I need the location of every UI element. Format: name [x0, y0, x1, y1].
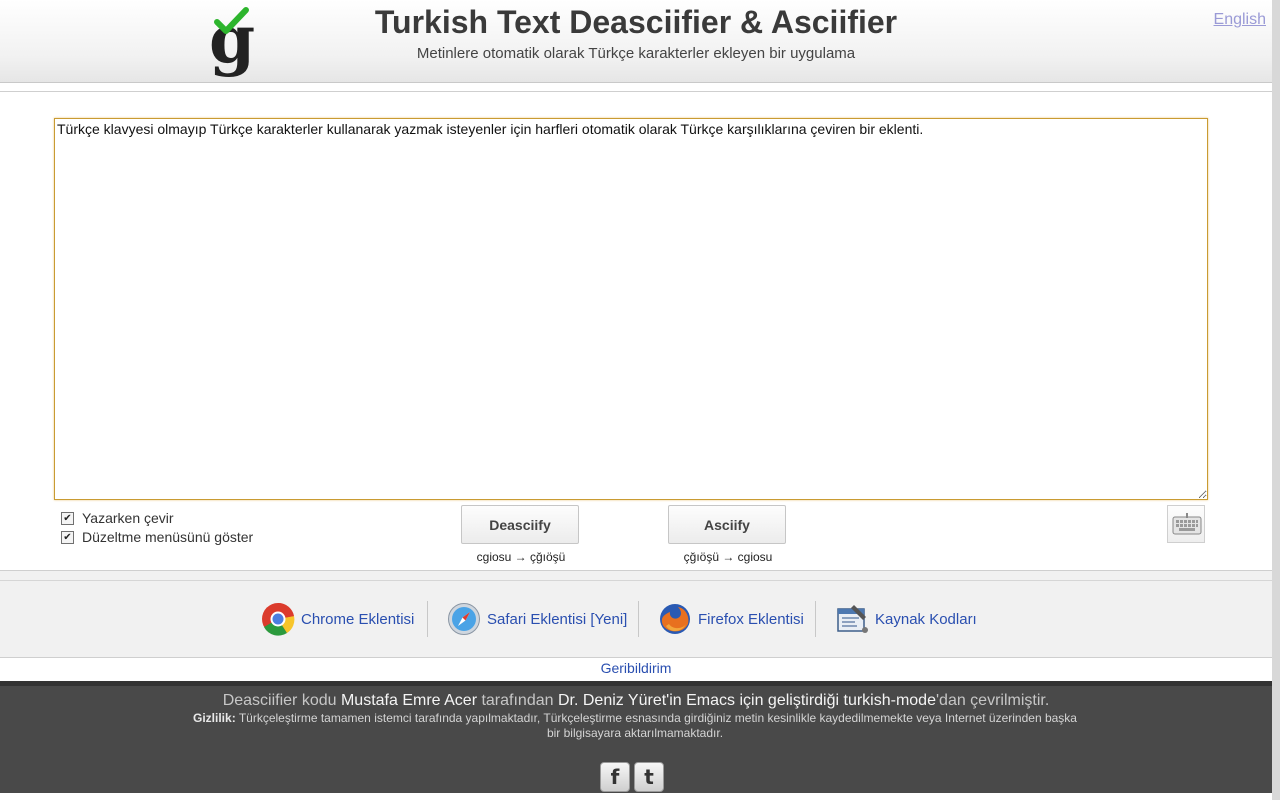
privacy-label: Gizlilik:: [193, 711, 236, 725]
privacy-notice: Gizlilik: Türkçeleştirme tamamen istemci…: [190, 711, 1080, 741]
safari-extension-label: Safari Eklentisi [Yeni]: [487, 610, 628, 628]
asciify-button[interactable]: Asciify: [668, 505, 786, 544]
credits-text: Deasciifier kodu: [222, 692, 341, 709]
credits-text: tarafından: [477, 692, 558, 709]
extensions-bar-line: [0, 580, 1272, 581]
firefox-extension-link[interactable]: Firefox Eklentisi: [658, 601, 804, 637]
chrome-extension-label: Chrome Eklentisi: [301, 610, 415, 628]
extensions-separator: [815, 601, 816, 637]
header: g Turkish Text Deasciifier & Asciifier M…: [0, 0, 1272, 83]
asciify-hint: çğıöşü → cgiosu: [683, 550, 773, 564]
feedback-link[interactable]: Geribildirim: [0, 660, 1272, 676]
author-link[interactable]: Mustafa Emre Acer: [341, 692, 477, 709]
extensions-separator: [638, 601, 639, 637]
text-editor[interactable]: Türkçe klavyesi olmayıp Türkçe karakterl…: [54, 118, 1208, 500]
twitter-icon[interactable]: t: [634, 762, 664, 792]
privacy-text: Türkçeleştirme tamamen istemci tarafında…: [235, 711, 1077, 740]
header-divider: [0, 91, 1272, 92]
firefox-extension-label: Firefox Eklentisi: [698, 610, 804, 628]
credits: Deasciifier kodu Mustafa Emre Acer taraf…: [0, 692, 1272, 710]
original-author-link[interactable]: Dr. Deniz Yüret'in Emacs için geliştirdi…: [558, 692, 936, 709]
source-code-icon: [835, 602, 869, 636]
scrollbar[interactable]: [1272, 0, 1280, 800]
source-code-label: Kaynak Kodları: [875, 610, 977, 628]
keyboard-icon: [1172, 513, 1202, 535]
convert-while-typing-label: Yazarken çevir: [82, 510, 174, 526]
convert-while-typing-option[interactable]: ✔ Yazarken çevir: [61, 510, 174, 526]
deasciify-button[interactable]: Deasciify: [461, 505, 579, 544]
deasciify-hint: cgiosu → çğıöşü: [476, 550, 566, 564]
safari-extension-link[interactable]: Safari Eklentisi [Yeni]: [447, 601, 627, 637]
keyboard-button[interactable]: [1167, 505, 1205, 543]
language-link[interactable]: English: [1214, 11, 1266, 29]
show-correction-menu-checkbox[interactable]: ✔: [61, 530, 74, 544]
credits-text: 'dan çevrilmiştir.: [935, 692, 1050, 709]
convert-while-typing-checkbox[interactable]: ✔: [61, 511, 74, 525]
safari-icon: [447, 602, 481, 636]
bottom-strip: [0, 793, 1272, 800]
page: g Turkish Text Deasciifier & Asciifier M…: [0, 0, 1272, 800]
show-correction-menu-option[interactable]: ✔ Düzeltme menüsünü göster: [61, 529, 253, 545]
firefox-icon: [658, 602, 692, 636]
chrome-icon: [261, 602, 295, 636]
extensions-bar: Chrome Eklentisi Safari Eklentisi [Yeni]: [0, 570, 1272, 658]
show-correction-menu-label: Düzeltme menüsünü göster: [82, 529, 254, 545]
extensions-separator: [427, 601, 428, 637]
page-title: Turkish Text Deasciifier & Asciifier: [374, 4, 898, 40]
footer: Deasciifier kodu Mustafa Emre Acer taraf…: [0, 681, 1272, 798]
source-code-link[interactable]: Kaynak Kodları: [835, 601, 977, 637]
facebook-icon[interactable]: f: [600, 762, 630, 792]
page-subtitle: Metinlere otomatik olarak Türkçe karakte…: [416, 45, 856, 62]
chrome-extension-link[interactable]: Chrome Eklentisi: [261, 601, 414, 637]
